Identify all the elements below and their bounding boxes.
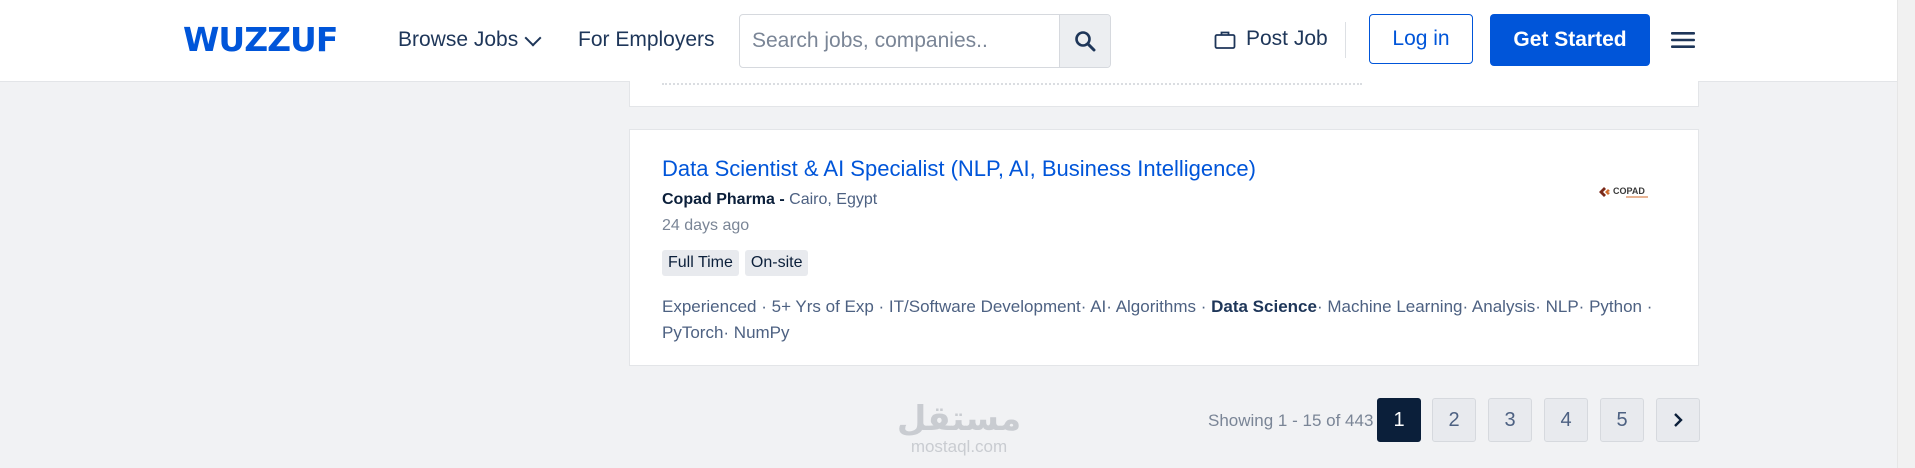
watermark-latin: mostaql.com [910,437,1008,456]
company-name-link[interactable]: Copad Pharma - [662,191,785,208]
for-employers-link[interactable]: For Employers [578,28,715,52]
page-2-button[interactable]: 2 [1432,398,1476,442]
skills-text[interactable]: Experienced · 5+ Yrs of Exp · IT/Softwar… [662,297,1211,316]
page-scrollbar[interactable] [1897,0,1915,468]
job-title-link[interactable]: Data Scientist & AI Specialist (NLP, AI,… [662,156,1256,182]
chevron-right-icon [1674,413,1683,427]
job-tags: Full Time On-site [662,250,809,276]
briefcase-icon [1214,31,1236,49]
clipped-skills-text [662,73,1362,85]
job-location: Cairo, Egypt [789,191,878,208]
watermark-arabic: مستقل [896,399,1022,439]
page-3-button[interactable]: 3 [1488,398,1532,442]
company-line: Copad Pharma - Cairo, Egypt [662,191,877,209]
posted-date: 24 days ago [662,217,750,234]
tag-full-time[interactable]: Full Time [662,250,739,276]
header-divider [1345,22,1346,58]
top-navbar: WUZZUF Browse Jobs For Employers Post Jo… [0,0,1897,82]
wuzzuf-logo[interactable]: WUZZUF [183,20,338,59]
hamburger-menu-icon[interactable] [1671,31,1695,49]
mostaql-watermark: مستقل mostaql.com [896,400,1022,456]
chevron-down-icon[interactable] [524,29,542,47]
page-5-button[interactable]: 5 [1600,398,1644,442]
company-logo[interactable]: COPAD [1596,182,1656,202]
tag-on-site[interactable]: On-site [744,250,809,276]
search-box [739,14,1111,68]
search-button[interactable] [1059,15,1110,67]
post-job-label: Post Job [1246,27,1328,50]
job-card[interactable]: Data Scientist & AI Specialist (NLP, AI,… [629,129,1699,366]
browse-jobs-link[interactable]: Browse Jobs [398,28,518,52]
login-button[interactable]: Log in [1369,14,1473,64]
search-input[interactable] [740,15,1058,67]
job-skills: Experienced · 5+ Yrs of Exp · IT/Softwar… [662,294,1672,346]
get-started-button[interactable]: Get Started [1490,14,1650,66]
page-4-button[interactable]: 4 [1544,398,1588,442]
skill-highlight[interactable]: Data Science [1211,297,1317,316]
next-page-button[interactable] [1656,398,1700,442]
previous-job-card[interactable] [629,81,1699,107]
results-count: Showing 1 - 15 of 443 [1208,411,1374,430]
svg-text:COPAD: COPAD [1613,186,1645,196]
page-1-button[interactable]: 1 [1377,398,1421,442]
search-icon [1075,31,1096,52]
